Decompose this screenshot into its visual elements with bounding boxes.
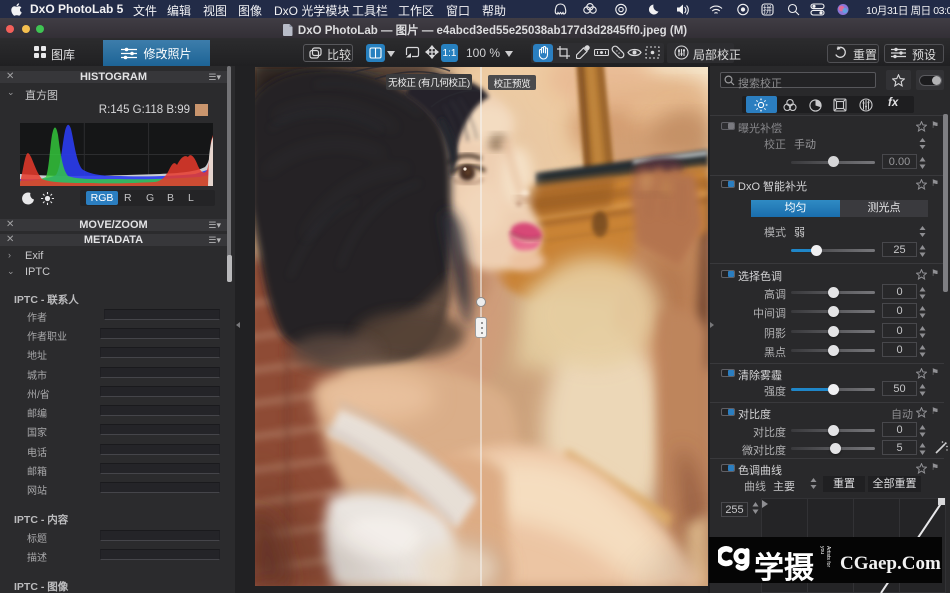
svg-text:拼: 拼 xyxy=(763,4,772,15)
